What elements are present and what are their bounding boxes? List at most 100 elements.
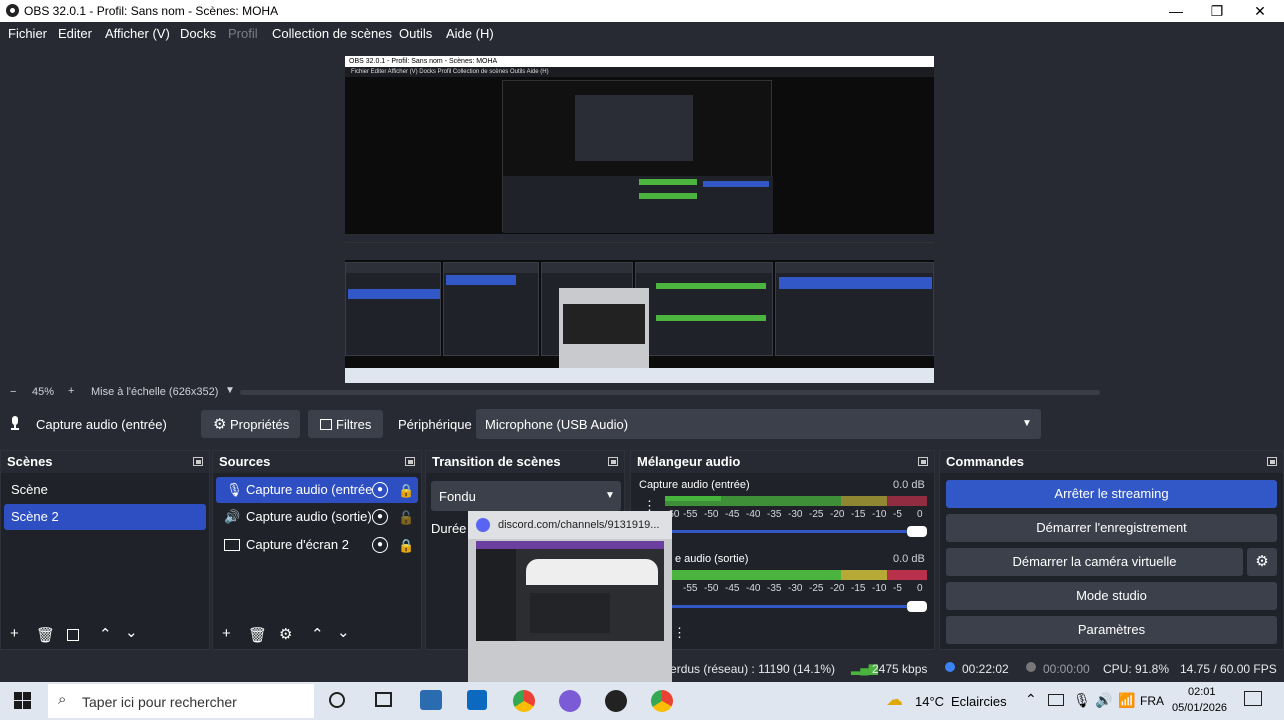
- menu-collection-scenes[interactable]: Collection de scènes: [272, 26, 392, 41]
- menu-aide[interactable]: Aide (H): [446, 26, 494, 41]
- unlock-icon[interactable]: 🔓: [398, 505, 414, 531]
- nested-preview: [502, 80, 773, 233]
- discord-thumbnail[interactable]: discord.com/channels/9131919...: [468, 511, 672, 682]
- windows-start-icon[interactable]: [14, 692, 31, 712]
- chrome-icon[interactable]: [513, 690, 535, 712]
- maximize-button[interactable]: ❐: [1197, 2, 1237, 20]
- float-icon[interactable]: [1267, 457, 1277, 466]
- source-item[interactable]: Capture d'écran 2 ● 🔒: [216, 532, 418, 558]
- store-icon[interactable]: [467, 690, 487, 710]
- chrome-icon[interactable]: [651, 690, 673, 712]
- scale-dropdown-icon[interactable]: ▼: [225, 385, 235, 396]
- scale-label: Mise à l'échelle (626x352): [91, 386, 219, 398]
- float-icon[interactable]: [918, 457, 928, 466]
- menu-afficher[interactable]: Afficher (V): [105, 26, 170, 41]
- float-icon[interactable]: [405, 457, 415, 466]
- chevron-up-icon[interactable]: ⌃: [1025, 691, 1037, 708]
- source-item-selected[interactable]: 🎙 Capture audio (entrée ● 🔒: [216, 477, 418, 503]
- eye-icon[interactable]: ●: [372, 482, 388, 498]
- scene-item[interactable]: Scène: [4, 477, 206, 503]
- volume-meter: [671, 570, 927, 580]
- mixer-header: Mélangeur audio: [631, 451, 934, 473]
- volume-slider-track[interactable]: [665, 530, 927, 533]
- mixer-title: Mélangeur audio: [637, 454, 741, 469]
- menu-profil[interactable]: Profil: [228, 26, 258, 41]
- menu-editer[interactable]: Editer: [58, 26, 92, 41]
- sources-toolbar: + 🗑 ⚙ ⌃ ⌄: [213, 623, 421, 649]
- trash-icon[interactable]: 🗑: [36, 626, 55, 644]
- properties-button[interactable]: ⚙ Propriétés: [201, 410, 300, 438]
- scenes-toolbar: + 🗑 ⌃ ⌄: [1, 623, 209, 649]
- move-down-icon[interactable]: ⌄: [337, 623, 350, 641]
- search-placeholder: Taper ici pour rechercher: [82, 694, 237, 710]
- virtual-camera-settings-gear-icon[interactable]: ⚙: [1247, 548, 1277, 576]
- mixer-channel-db: 0.0 dB: [893, 479, 925, 491]
- move-up-icon[interactable]: ⌃: [311, 625, 324, 643]
- menu-fichier[interactable]: Fichier: [8, 26, 47, 41]
- volume-slider-handle[interactable]: [907, 526, 927, 537]
- search-icon: ⌕: [58, 691, 67, 708]
- tray-app-icon[interactable]: [1048, 694, 1064, 706]
- close-button[interactable]: ✕: [1240, 2, 1280, 20]
- taskbar: ⌕ Taper ici pour rechercher ☁ 14°C Eclai…: [0, 682, 1284, 720]
- nested-title: OBS 32.0.1 - Profil: Sans nom - Scènes: …: [345, 56, 934, 67]
- recording-icon: [1026, 662, 1036, 672]
- mixer-dock: Mélangeur audio Capture audio (entrée) 0…: [630, 450, 935, 650]
- move-down-icon[interactable]: ⌄: [125, 623, 138, 641]
- cortana-icon[interactable]: [329, 692, 345, 708]
- preview-canvas[interactable]: OBS 32.0.1 - Profil: Sans nom - Scènes: …: [345, 56, 934, 384]
- lock-icon[interactable]: 🔒: [398, 533, 414, 559]
- scene-filter-icon[interactable]: [67, 629, 79, 641]
- title-bar: OBS 32.0.1 - Profil: Sans nom - Scènes: …: [0, 0, 1284, 22]
- move-up-icon[interactable]: ⌃: [99, 625, 112, 643]
- menu-docks[interactable]: Docks: [180, 26, 216, 41]
- mixer-channel-name: Capture audio (entrée): [639, 479, 750, 491]
- stop-streaming-button[interactable]: Arrêter le streaming: [946, 480, 1277, 508]
- source-item[interactable]: 🔊 Capture audio (sortie) ● 🔓: [216, 504, 418, 530]
- eye-icon[interactable]: ●: [372, 509, 388, 525]
- file-manager-icon[interactable]: [420, 690, 442, 710]
- start-virtual-camera-button[interactable]: Démarrer la caméra virtuelle: [946, 548, 1243, 576]
- obs-app-icon[interactable]: [605, 690, 627, 712]
- filters-button[interactable]: Filtres: [308, 410, 383, 438]
- mixer-channel-name: e audio (sortie): [675, 553, 749, 565]
- taskbar-search[interactable]: ⌕ Taper ici pour rechercher: [48, 684, 314, 718]
- zoom-in-button[interactable]: +: [68, 385, 74, 397]
- settings-button[interactable]: Paramètres: [946, 616, 1277, 644]
- preview-scrollbar[interactable]: [240, 390, 1100, 395]
- transition-select[interactable]: Fondu ▼: [431, 481, 621, 511]
- volume-icon[interactable]: 🔊: [1095, 692, 1112, 709]
- notification-icon[interactable]: [1244, 691, 1262, 706]
- clock-time[interactable]: 02:01: [1188, 686, 1216, 698]
- lock-icon[interactable]: 🔒: [398, 478, 414, 504]
- discord-app-icon[interactable]: [559, 690, 581, 712]
- volume-slider-track[interactable]: [671, 605, 927, 608]
- eye-icon[interactable]: ●: [372, 537, 388, 553]
- zoom-out-button[interactable]: −: [10, 386, 16, 398]
- volume-slider-handle[interactable]: [907, 601, 927, 612]
- discord-thumbnail-caption: discord.com/channels/9131919...: [468, 511, 672, 539]
- device-select[interactable]: Microphone (USB Audio) ▼: [476, 409, 1041, 439]
- gear-icon[interactable]: ⚙: [279, 625, 292, 643]
- commands-title: Commandes: [946, 454, 1025, 469]
- network-icon[interactable]: 📶: [1118, 692, 1135, 709]
- trash-icon[interactable]: 🗑: [248, 626, 267, 644]
- source-label: Capture audio (entrée: [246, 482, 373, 497]
- add-icon[interactable]: +: [222, 625, 231, 642]
- menu-dots-icon[interactable]: ⋮: [673, 625, 686, 641]
- add-icon[interactable]: +: [10, 625, 19, 642]
- clock-date[interactable]: 05/01/2026: [1172, 702, 1227, 714]
- language-indicator[interactable]: FRA: [1140, 694, 1164, 708]
- float-icon[interactable]: [193, 457, 203, 466]
- float-icon[interactable]: [608, 457, 618, 466]
- minimize-button[interactable]: —: [1156, 2, 1196, 20]
- scene-item-selected[interactable]: Scène 2: [4, 504, 206, 530]
- discord-preview-image: [476, 541, 664, 641]
- start-recording-button[interactable]: Démarrer l'enregistrement: [946, 514, 1277, 542]
- task-view-icon[interactable]: [375, 692, 392, 707]
- microphone-icon: [10, 416, 20, 430]
- menu-outils[interactable]: Outils: [399, 26, 432, 41]
- microphone-icon[interactable]: 🎙: [1073, 692, 1091, 709]
- microphone-icon: 🎙: [226, 482, 243, 497]
- studio-mode-button[interactable]: Mode studio: [946, 582, 1277, 610]
